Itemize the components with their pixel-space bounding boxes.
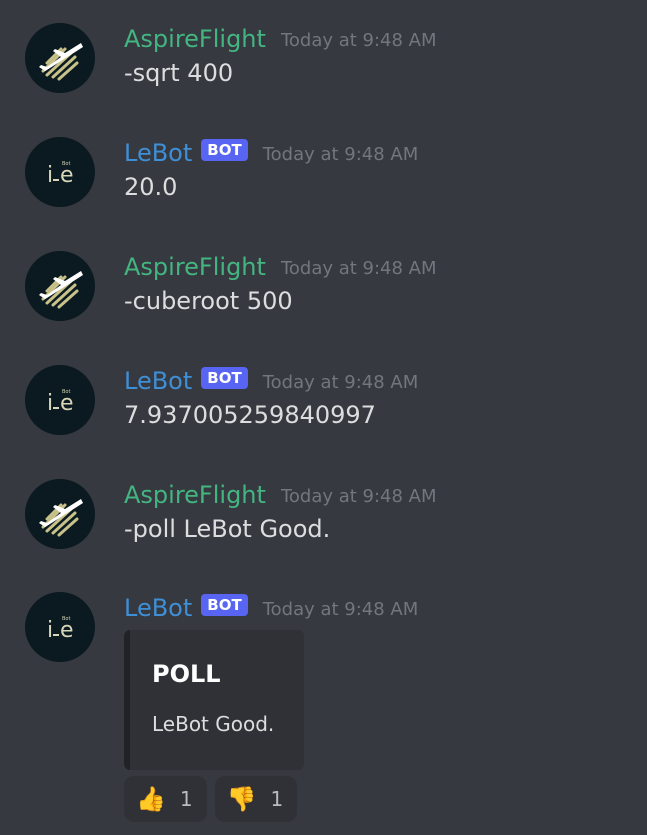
username[interactable]: LeBot (124, 365, 192, 397)
bot-badge: BOT (201, 367, 248, 389)
reaction-count: 1 (270, 787, 284, 811)
message-text: -sqrt 400 (124, 59, 234, 87)
timestamp: Today at 9:48 AM (280, 30, 437, 51)
reactions-bar: 👍 1 👎 1 (124, 776, 298, 822)
chat-messages: AspireFlight Today at 9:48 AM -sqrt 400 … (0, 0, 647, 835)
plane-stripes-icon (39, 499, 83, 537)
plane-stripes-icon (39, 271, 83, 309)
aspireflight-avatar[interactable] (25, 251, 95, 321)
aspireflight-avatar[interactable] (25, 479, 95, 549)
plane-stripes-icon (39, 43, 83, 81)
reaction-count: 1 (179, 787, 193, 811)
svg-text:Bot: Bot (62, 161, 70, 167)
message-text: -cuberoot 500 (124, 287, 293, 315)
lebot-avatar[interactable]: i e Bot (25, 137, 95, 207)
svg-text:Bot: Bot (62, 389, 70, 395)
message-text: 20.0 (124, 173, 178, 201)
lebot-logo-icon: i e Bot (47, 161, 74, 188)
embed-title: POLL (152, 660, 221, 688)
thumbs-down-icon: 👎 (226, 785, 257, 813)
svg-text:i: i (47, 391, 53, 416)
username[interactable]: LeBot (124, 592, 192, 624)
username[interactable]: LeBot (124, 137, 192, 169)
lebot-logo-icon: i e Bot (47, 616, 74, 643)
poll-embed: POLL LeBot Good. (124, 630, 304, 770)
svg-text:Bot: Bot (62, 616, 70, 622)
message-text: 7.937005259840997 (124, 401, 376, 429)
username[interactable]: AspireFlight (124, 23, 266, 55)
username[interactable]: AspireFlight (124, 251, 266, 283)
timestamp: Today at 9:48 AM (262, 372, 419, 393)
reaction-thumbs-up[interactable]: 👍 1 (124, 776, 207, 822)
thumbs-up-icon: 👍 (136, 785, 166, 813)
message-text: -poll LeBot Good. (124, 515, 331, 543)
lebot-avatar[interactable]: i e Bot (25, 365, 95, 435)
svg-text:i: i (47, 618, 53, 643)
reaction-thumbs-down[interactable]: 👎 1 (214, 776, 298, 822)
bot-badge: BOT (201, 139, 248, 161)
timestamp: Today at 9:48 AM (262, 144, 419, 165)
timestamp: Today at 9:48 AM (280, 258, 437, 279)
timestamp: Today at 9:48 AM (280, 486, 437, 507)
lebot-logo-icon: i e Bot (47, 389, 74, 416)
timestamp: Today at 9:48 AM (262, 599, 419, 620)
aspireflight-avatar[interactable] (25, 23, 95, 93)
lebot-avatar[interactable]: i e Bot (25, 592, 95, 662)
embed-description: LeBot Good. (152, 712, 275, 736)
bot-badge: BOT (201, 594, 248, 616)
svg-text:i: i (47, 163, 53, 188)
username[interactable]: AspireFlight (124, 479, 266, 511)
